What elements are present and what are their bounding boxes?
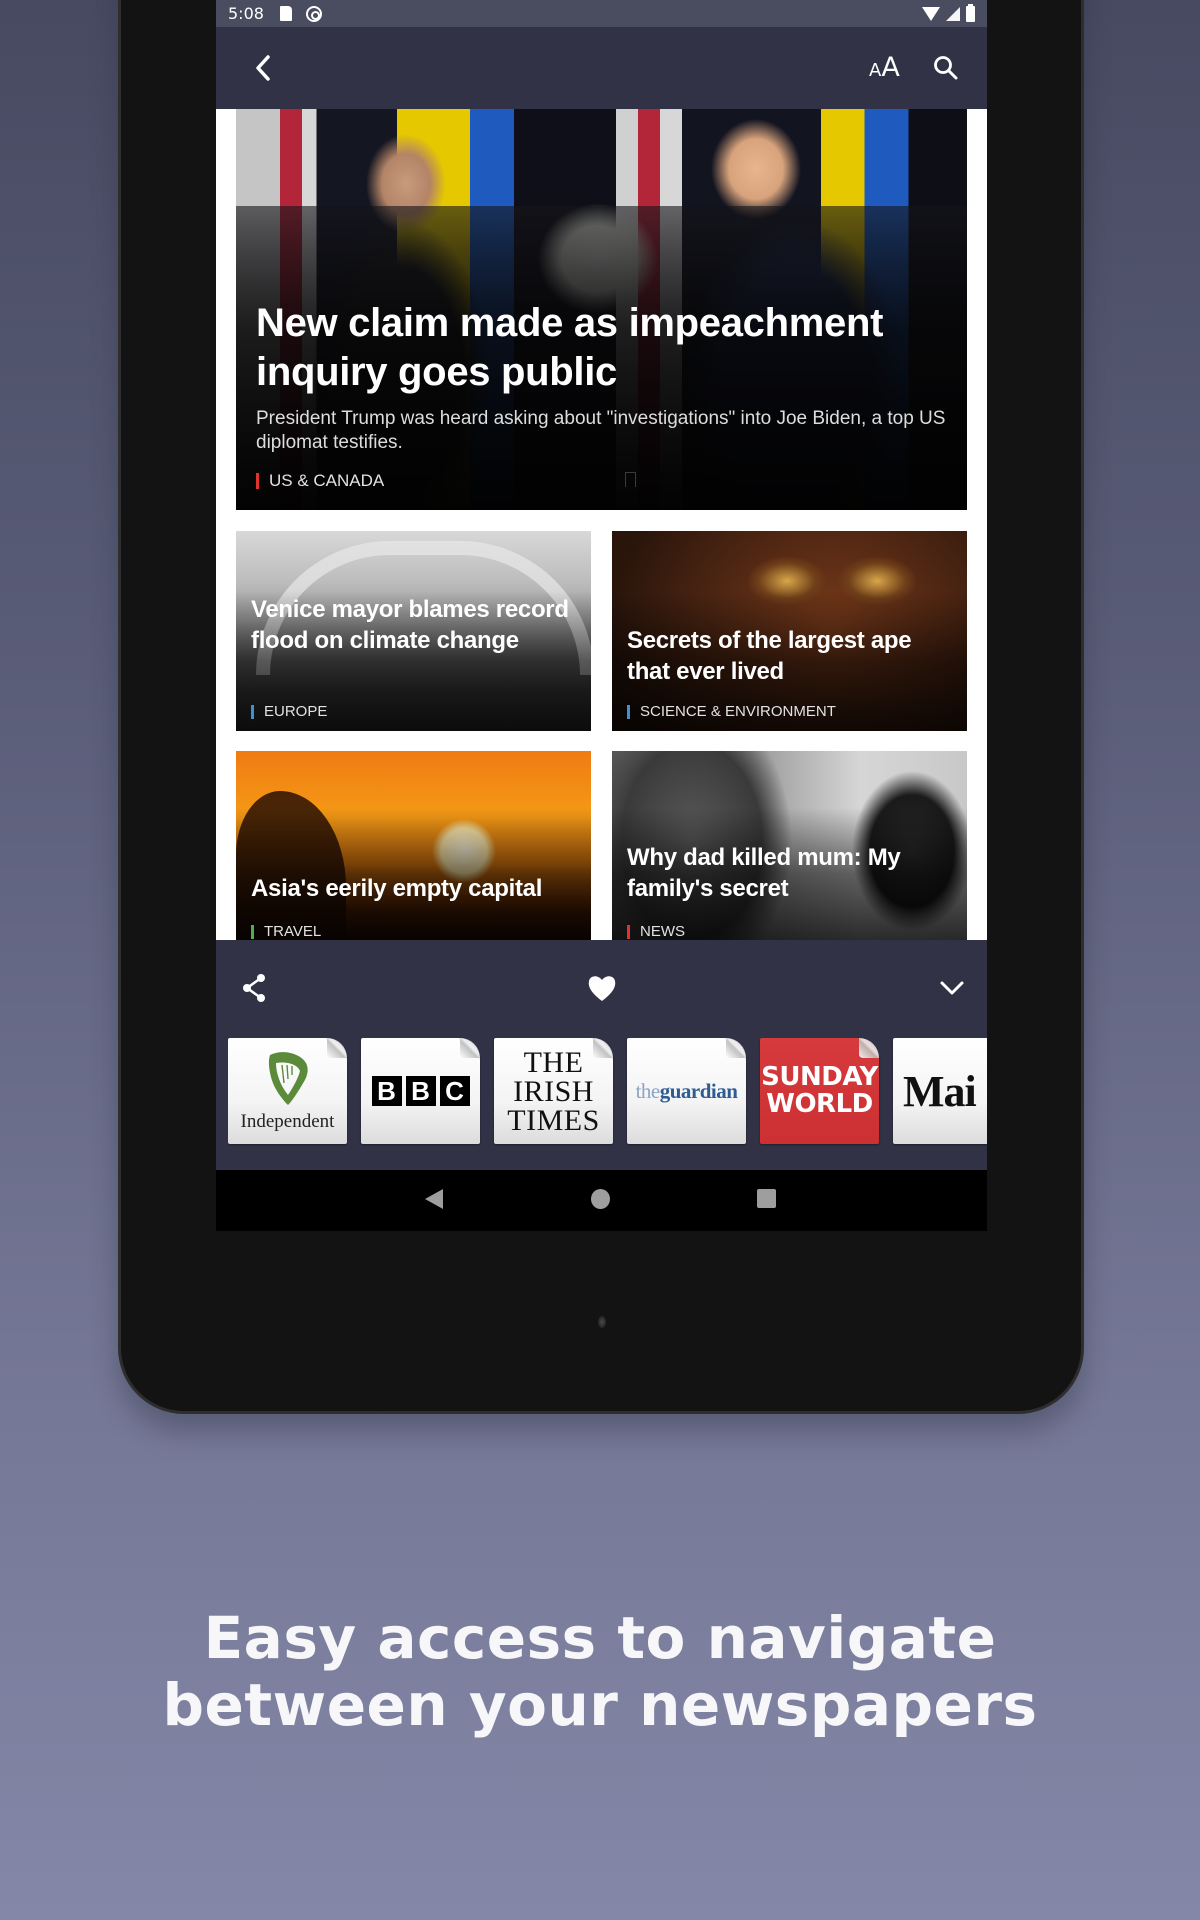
bbc-letter: B — [405, 1076, 436, 1106]
article-category: EUROPE — [251, 703, 327, 720]
app-bar: AA — [216, 27, 987, 109]
article-category: SCIENCE & ENVIRONMENT — [627, 703, 836, 720]
status-bar: 5:08 — [216, 0, 987, 27]
article-title: Why dad killed mum: My family's secret — [627, 844, 901, 902]
newspaper-name: theguardian — [635, 1078, 738, 1103]
newspaper-name-line: THE — [523, 1045, 584, 1079]
collapse-button[interactable] — [934, 970, 970, 1006]
nav-home-button[interactable] — [591, 1189, 610, 1209]
article-card-family-secret[interactable]: Why dad killed mum: My family's secret N… — [612, 751, 967, 940]
bbc-letter: B — [371, 1076, 402, 1106]
newspaper-tile-mail[interactable]: Mai — [893, 1038, 987, 1144]
nav-recents-button[interactable] — [757, 1189, 776, 1208]
hero-article-card[interactable]: New claim made as impeachment inquiry go… — [236, 109, 967, 510]
chevron-left-icon — [256, 55, 270, 81]
category-label: SCIENCE & ENVIRONMENT — [640, 703, 836, 720]
share-button[interactable] — [236, 970, 272, 1006]
back-button[interactable] — [250, 53, 278, 83]
article-category: TRAVEL — [251, 923, 321, 940]
harp-logo-icon — [268, 1052, 308, 1105]
newspaper-list: Independent B B C THE IRISH TIMES thegua… — [228, 1038, 987, 1146]
promo-caption: Easy access to navigate between your new… — [0, 1605, 1200, 1739]
newspaper-tile-guardian[interactable]: theguardian — [627, 1038, 746, 1144]
category-label: EUROPE — [264, 703, 328, 720]
category-label: TRAVEL — [264, 923, 322, 940]
favorite-button[interactable] — [584, 970, 620, 1006]
system-nav-bar — [216, 1170, 987, 1231]
bookmark-icon[interactable] — [625, 472, 636, 487]
status-time: 5:08 — [228, 4, 264, 23]
text-size-large-a: A — [881, 52, 900, 83]
heart-icon — [588, 976, 616, 1001]
newspaper-tile-bbc[interactable]: B B C — [361, 1038, 480, 1144]
article-category: NEWS — [627, 923, 685, 940]
article-card-asia[interactable]: Asia's eerily empty capital TRAVEL — [236, 751, 591, 940]
hero-article-title: New claim made as impeachment inquiry go… — [256, 301, 884, 394]
article-title: Venice mayor blames record flood on clim… — [251, 596, 569, 654]
nav-back-button[interactable] — [425, 1189, 443, 1209]
article-title: Secrets of the largest ape that ever liv… — [627, 627, 912, 685]
sync-icon — [305, 5, 322, 22]
bbc-letter: C — [439, 1076, 470, 1106]
battery-icon — [966, 3, 975, 22]
article-card-venice[interactable]: Venice mayor blames record flood on clim… — [236, 531, 591, 731]
newspaper-name: Mai — [903, 1066, 977, 1116]
newspaper-tile-sunday-world[interactable]: SUNDAY WORLD — [760, 1038, 879, 1144]
sd-card-icon — [279, 6, 292, 21]
newspaper-tile-irish-times[interactable]: THE IRISH TIMES — [494, 1038, 613, 1144]
text-size-small-a: A — [869, 60, 882, 81]
category-label: NEWS — [640, 923, 685, 940]
chevron-down-icon — [940, 981, 964, 995]
newspaper-switcher-bar: Independent B B C THE IRISH TIMES thegua… — [216, 940, 987, 1170]
search-button[interactable] — [932, 54, 960, 82]
newspaper-tile-independent[interactable]: Independent — [228, 1038, 347, 1144]
category-marker — [251, 924, 254, 939]
newspaper-name-line: IRISH — [513, 1074, 594, 1108]
search-icon — [934, 56, 958, 80]
device-screen: 5:08 AA New claim made as impeachment in… — [216, 0, 987, 1231]
article-card-ape[interactable]: Secrets of the largest ape that ever liv… — [612, 531, 967, 731]
caption-line-1: Easy access to navigate — [203, 1604, 997, 1672]
caption-line-2: between your newspapers — [162, 1671, 1038, 1739]
newspaper-name-line: WORLD — [766, 1089, 873, 1119]
camera-dot — [598, 1316, 606, 1328]
category-marker — [251, 704, 254, 719]
category-marker — [627, 924, 630, 939]
category-label: US & CANADA — [269, 471, 385, 490]
text-size-button[interactable]: AA — [869, 52, 900, 83]
wifi-icon — [922, 6, 940, 21]
category-marker — [256, 473, 259, 489]
newspaper-name: Independent — [240, 1111, 335, 1132]
newspaper-name-line: TIMES — [507, 1103, 600, 1137]
newspaper-name-line: SUNDAY — [761, 1062, 878, 1092]
hero-article-summary: President Trump was heard asking about "… — [256, 408, 946, 453]
hero-article-category: US & CANADA — [256, 471, 384, 491]
article-feed: New claim made as impeachment inquiry go… — [216, 109, 987, 940]
article-title: Asia's eerily empty capital — [251, 875, 543, 902]
share-icon — [243, 974, 265, 1002]
signal-icon — [946, 6, 960, 21]
category-marker — [627, 704, 630, 719]
